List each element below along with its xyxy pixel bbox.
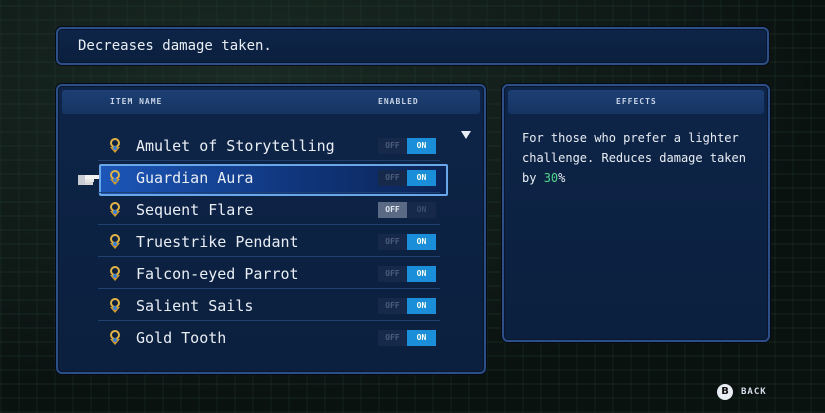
row-divider <box>98 192 440 193</box>
toggle-on: ON <box>407 138 436 154</box>
toggle-off: OFF <box>378 330 407 346</box>
item-name: Falcon-eyed Parrot <box>136 265 299 283</box>
item-name: Amulet of Storytelling <box>136 137 335 155</box>
row-divider <box>98 320 440 321</box>
amulet-icon <box>110 234 120 249</box>
toggle-off: OFF <box>378 266 407 282</box>
items-header: ITEM NAME ENABLED <box>62 90 480 114</box>
description-panel: Decreases damage taken. <box>56 27 769 65</box>
amulet-icon <box>110 330 120 345</box>
effects-header-label: EFFECTS <box>616 97 657 106</box>
description-text: Decreases damage taken. <box>78 38 272 54</box>
amulet-icon <box>110 170 120 185</box>
row-divider <box>98 224 440 225</box>
row-divider <box>98 256 440 257</box>
amulet-icon <box>110 266 120 281</box>
item-row[interactable]: Sequent Flare OFF ON <box>98 195 484 225</box>
toggle-off: OFF <box>378 170 407 186</box>
back-label: BACK <box>741 387 767 397</box>
item-name: Sequent Flare <box>136 201 254 219</box>
toggle-off: OFF <box>378 202 407 218</box>
enabled-toggle[interactable]: OFF ON <box>378 138 436 154</box>
item-name: Gold Tooth <box>136 329 227 347</box>
toggle-on: ON <box>407 330 436 346</box>
item-name: Salient Sails <box>136 297 254 315</box>
toggle-off: OFF <box>378 234 407 250</box>
toggle-on: ON <box>407 266 436 282</box>
toggle-on: ON <box>407 170 436 186</box>
enabled-toggle[interactable]: OFF ON <box>378 234 436 250</box>
enabled-toggle[interactable]: OFF ON <box>378 330 436 346</box>
b-button-icon: B <box>717 384 733 400</box>
toggle-off: OFF <box>378 298 407 314</box>
toggle-on: ON <box>407 234 436 250</box>
item-row[interactable]: Falcon-eyed Parrot OFF ON <box>98 259 484 289</box>
item-row[interactable]: Guardian Aura OFF ON <box>98 163 484 193</box>
enabled-toggle[interactable]: OFF ON <box>378 298 436 314</box>
effects-panel: EFFECTS For those who prefer a lighter c… <box>502 84 770 342</box>
item-row[interactable]: Salient Sails OFF ON <box>98 291 484 321</box>
item-row[interactable]: Gold Tooth OFF ON <box>98 323 484 353</box>
back-button[interactable]: B BACK <box>717 384 767 400</box>
item-row[interactable]: Amulet of Storytelling OFF ON <box>98 131 484 161</box>
item-name: Guardian Aura <box>136 169 254 187</box>
effects-text: For those who prefer a lighter challenge… <box>522 128 758 188</box>
effects-header: EFFECTS <box>508 90 764 114</box>
item-name-header: ITEM NAME <box>110 97 163 106</box>
items-panel: ITEM NAME ENABLED Amulet of Storytelling… <box>56 84 486 374</box>
pointing-hand-icon <box>78 175 99 185</box>
item-row[interactable]: Truestrike Pendant OFF ON <box>98 227 484 257</box>
enabled-toggle[interactable]: OFF ON <box>378 170 436 186</box>
item-name: Truestrike Pendant <box>136 233 299 251</box>
amulet-icon <box>110 202 120 217</box>
row-divider <box>98 288 440 289</box>
row-divider <box>98 160 440 161</box>
toggle-on: ON <box>407 202 436 218</box>
enabled-toggle[interactable]: OFF ON <box>378 266 436 282</box>
effects-highlight-value: 30 <box>543 171 559 185</box>
amulet-icon <box>110 138 120 153</box>
toggle-off: OFF <box>378 138 407 154</box>
amulet-icon <box>110 298 120 313</box>
enabled-header: ENABLED <box>378 97 419 106</box>
toggle-on: ON <box>407 298 436 314</box>
effects-text-unit: % <box>558 171 566 185</box>
enabled-toggle[interactable]: OFF ON <box>378 202 436 218</box>
